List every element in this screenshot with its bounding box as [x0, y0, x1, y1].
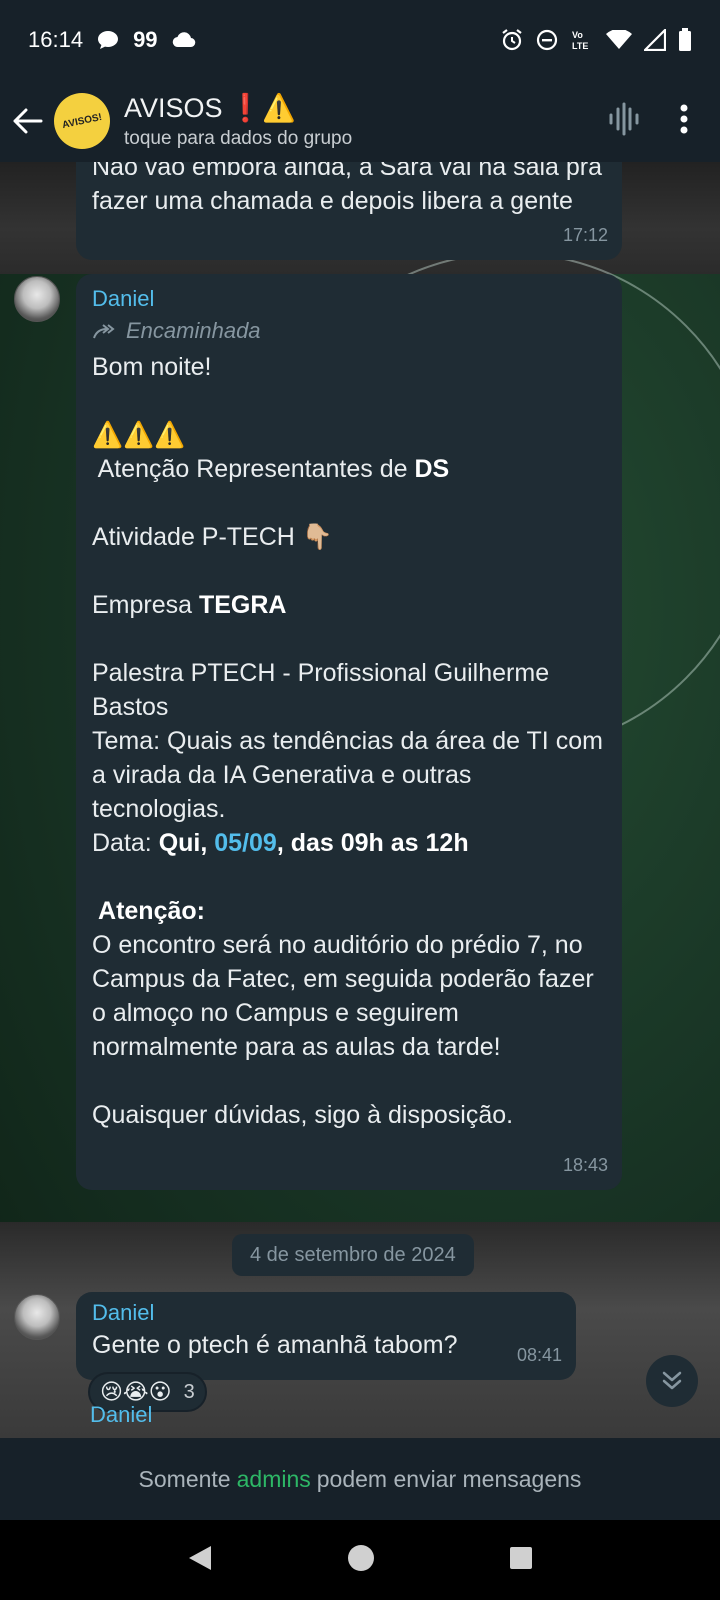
- avatar[interactable]: [14, 276, 60, 322]
- arrow-left-icon: [13, 108, 43, 134]
- double-chevron-down-icon: [662, 1371, 682, 1390]
- group-title-text: AVISOS: [124, 92, 223, 123]
- battery-icon: [678, 28, 692, 52]
- status-left: 16:14 99: [28, 27, 196, 53]
- title-block[interactable]: AVISOS ❗⚠️ toque para dados do grupo: [124, 92, 352, 150]
- message-time: 18:43: [562, 1155, 608, 1175]
- date-separator: 4 de setembro de 2024: [232, 1234, 474, 1276]
- notice-admins-link[interactable]: admins: [237, 1466, 311, 1493]
- notice-post: podem enviar mensagens: [316, 1465, 582, 1492]
- circle-home-icon: [348, 1544, 374, 1571]
- notice-pre: Somente: [138, 1465, 231, 1492]
- group-subtitle: toque para dados do grupo: [124, 128, 353, 149]
- message-time: 08:41: [516, 1345, 562, 1365]
- date-day: Qui,: [158, 829, 215, 857]
- closing-line: Quaisquer dúvidas, sigo à disposição.: [92, 1101, 514, 1129]
- signal-icon: [644, 29, 666, 51]
- more-options-button[interactable]: [680, 104, 688, 139]
- date-label: Data:: [92, 829, 159, 857]
- triangle-back-icon: [189, 1545, 211, 1570]
- nav-home-button[interactable]: [347, 1544, 375, 1577]
- status-time: 16:14: [28, 27, 84, 52]
- forwarded-text: Encaminhada: [126, 318, 261, 343]
- admins-only-notice: Somente admins podem enviar mensagens: [0, 1438, 720, 1520]
- system-nav-bar: [0, 1520, 720, 1600]
- avatar[interactable]: [14, 1294, 60, 1340]
- attention2-bold: Atenção:: [92, 897, 205, 925]
- company-text: Empresa: [92, 591, 199, 619]
- date-rest: , das 09h as 12h: [276, 829, 469, 857]
- alarm-icon: [500, 28, 524, 52]
- dnd-icon: [536, 29, 558, 51]
- body-line: O encontro será no auditório do prédio 7…: [92, 931, 594, 1061]
- volte-icon: Vo LTE: [570, 28, 594, 52]
- message-body: Bom noite! ⚠️⚠️⚠️ Atenção Representantes…: [92, 350, 606, 1132]
- nav-back-button[interactable]: [187, 1544, 213, 1577]
- theme-line: Tema: Quais as tendências da área de TI …: [92, 727, 603, 823]
- status-right: Vo LTE: [500, 28, 692, 52]
- wifi-icon: [606, 30, 632, 50]
- scroll-down-button[interactable]: [646, 1355, 698, 1407]
- message-bubble[interactable]: Não vão embora ainda, a Sara vai na sala…: [76, 162, 622, 260]
- date-link[interactable]: 05/09: [214, 829, 277, 857]
- cloud-icon: [172, 32, 196, 48]
- svg-text:Vo: Vo: [572, 30, 583, 40]
- forward-icon: [93, 324, 115, 339]
- notification-count: 99: [133, 27, 158, 52]
- sound-wave-icon: [609, 102, 639, 135]
- svg-text:LTE: LTE: [572, 41, 588, 51]
- nav-recents-button[interactable]: [509, 1546, 533, 1575]
- attention2-line: Atenção:: [92, 894, 606, 928]
- square-recents-icon: [510, 1546, 532, 1569]
- message-text: Gente o ptech é amanhã tabom?: [92, 1331, 458, 1359]
- chat-area[interactable]: Não vão embora ainda, a Sara vai na sala…: [0, 162, 720, 1438]
- message-bubble[interactable]: Daniel Gente o ptech é amanhã tabom? 08:…: [76, 1292, 576, 1380]
- attention-text: Atenção Representantes de: [92, 455, 415, 483]
- next-sender-peek: Daniel: [90, 1402, 153, 1427]
- message-time: 17:12: [562, 225, 608, 245]
- group-avatar[interactable]: AVISOS!: [48, 87, 116, 155]
- date-line: Data: Qui, 05/09, das 09h as 12h: [92, 826, 606, 860]
- chat-header[interactable]: AVISOS! AVISOS ❗⚠️ toque para dados do g…: [0, 80, 720, 162]
- status-bar: 16:14 99 Vo LTE: [0, 0, 720, 80]
- header-actions: [608, 102, 688, 141]
- chat-bubble-icon: [97, 30, 119, 50]
- back-button[interactable]: [2, 91, 54, 151]
- voice-chat-button[interactable]: [608, 102, 640, 141]
- warning-emojis: ⚠️⚠️⚠️: [92, 421, 186, 449]
- sender-name[interactable]: Daniel: [92, 284, 606, 314]
- group-title-emojis: ❗⚠️: [228, 93, 296, 123]
- company-bold: TEGRA: [198, 591, 287, 619]
- attention-bold: DS: [414, 455, 450, 483]
- group-title: AVISOS ❗⚠️: [124, 92, 352, 124]
- greeting-line: Bom noite!: [92, 353, 212, 381]
- company-line: Empresa TEGRA: [92, 588, 606, 622]
- activity-line: Atividade P-TECH 👇🏼: [92, 523, 333, 551]
- talk-line: Palestra PTECH - Profissional Guilherme …: [92, 659, 550, 721]
- forwarded-label: Encaminhada: [92, 314, 606, 348]
- sender-name[interactable]: Daniel: [92, 1298, 560, 1328]
- message-bubble[interactable]: Daniel Encaminhada Bom noite! ⚠️⚠️⚠️ Ate…: [76, 274, 622, 1190]
- message-text: Não vão embora ainda, a Sara vai na sala…: [92, 162, 609, 215]
- more-vertical-icon: [680, 104, 688, 133]
- reaction-count: 3: [183, 1380, 195, 1403]
- attention-line: Atenção Representantes de DS: [92, 452, 606, 486]
